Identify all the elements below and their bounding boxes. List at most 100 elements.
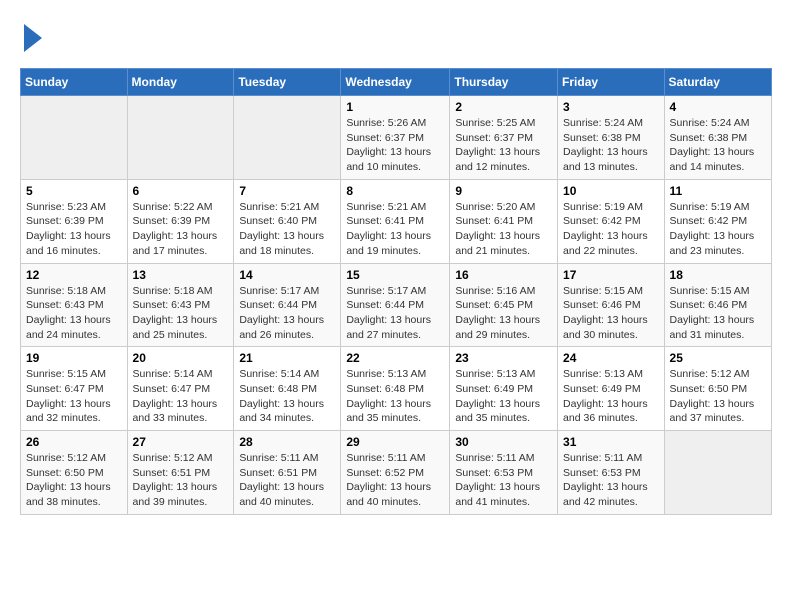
day-info: Sunrise: 5:11 AM Sunset: 6:51 PM Dayligh… bbox=[239, 451, 335, 510]
logo bbox=[20, 20, 42, 52]
day-number: 17 bbox=[563, 268, 659, 282]
day-info: Sunrise: 5:12 AM Sunset: 6:50 PM Dayligh… bbox=[670, 367, 766, 426]
day-info: Sunrise: 5:13 AM Sunset: 6:49 PM Dayligh… bbox=[455, 367, 552, 426]
day-info: Sunrise: 5:11 AM Sunset: 6:53 PM Dayligh… bbox=[455, 451, 552, 510]
day-info: Sunrise: 5:15 AM Sunset: 6:46 PM Dayligh… bbox=[563, 284, 659, 343]
day-number: 21 bbox=[239, 351, 335, 365]
page-header bbox=[20, 20, 772, 52]
day-number: 13 bbox=[133, 268, 229, 282]
calendar-cell: 10 Sunrise: 5:19 AM Sunset: 6:42 PM Dayli… bbox=[558, 179, 665, 263]
calendar-cell bbox=[234, 96, 341, 180]
day-info: Sunrise: 5:26 AM Sunset: 6:37 PM Dayligh… bbox=[346, 116, 444, 175]
weekday-header-wednesday: Wednesday bbox=[341, 69, 450, 96]
weekday-header-row: SundayMondayTuesdayWednesdayThursdayFrid… bbox=[21, 69, 772, 96]
calendar-cell: 6Sunrise: 5:22 AM Sunset: 6:39 PM Daylig… bbox=[127, 179, 234, 263]
day-number: 18 bbox=[670, 268, 766, 282]
day-number: 8 bbox=[346, 184, 444, 198]
day-info: Sunrise: 5:19 AM Sunset: 6:42 PM Dayligh… bbox=[563, 200, 659, 259]
day-info: Sunrise: 5:14 AM Sunset: 6:47 PM Dayligh… bbox=[133, 367, 229, 426]
day-number: 30 bbox=[455, 435, 552, 449]
day-info: Sunrise: 5:11 AM Sunset: 6:53 PM Dayligh… bbox=[563, 451, 659, 510]
day-number: 27 bbox=[133, 435, 229, 449]
day-number: 20 bbox=[133, 351, 229, 365]
calendar-cell: 3Sunrise: 5:24 AM Sunset: 6:38 PM Daylig… bbox=[558, 96, 665, 180]
day-info: Sunrise: 5:23 AM Sunset: 6:39 PM Dayligh… bbox=[26, 200, 122, 259]
calendar-cell: 29 Sunrise: 5:11 AM Sunset: 6:52 PM Dayli… bbox=[341, 431, 450, 515]
day-number: 29 bbox=[346, 435, 444, 449]
day-info: Sunrise: 5:13 AM Sunset: 6:48 PM Dayligh… bbox=[346, 367, 444, 426]
calendar-cell bbox=[664, 431, 771, 515]
calendar-cell: 16Sunrise: 5:16 AM Sunset: 6:45 PM Dayli… bbox=[450, 263, 558, 347]
day-info: Sunrise: 5:11 AM Sunset: 6:52 PM Dayligh… bbox=[346, 451, 444, 510]
day-number: 12 bbox=[26, 268, 122, 282]
day-number: 3 bbox=[563, 100, 659, 114]
calendar-cell bbox=[21, 96, 128, 180]
day-info: Sunrise: 5:22 AM Sunset: 6:39 PM Dayligh… bbox=[133, 200, 229, 259]
day-info: Sunrise: 5:18 AM Sunset: 6:43 PM Dayligh… bbox=[26, 284, 122, 343]
calendar-cell: 27Sunrise: 5:12 AM Sunset: 6:51 PM Dayli… bbox=[127, 431, 234, 515]
day-info: Sunrise: 5:17 AM Sunset: 6:44 PM Dayligh… bbox=[346, 284, 444, 343]
calendar-cell: 19 Sunrise: 5:15 AM Sunset: 6:47 PM Dayli… bbox=[21, 347, 128, 431]
calendar-cell: 7Sunrise: 5:21 AM Sunset: 6:40 PM Daylig… bbox=[234, 179, 341, 263]
day-number: 22 bbox=[346, 351, 444, 365]
day-info: Sunrise: 5:20 AM Sunset: 6:41 PM Dayligh… bbox=[455, 200, 552, 259]
day-number: 16 bbox=[455, 268, 552, 282]
calendar-cell: 21 Sunrise: 5:14 AM Sunset: 6:48 PM Dayli… bbox=[234, 347, 341, 431]
calendar-week-row: 19 Sunrise: 5:15 AM Sunset: 6:47 PM Dayli… bbox=[21, 347, 772, 431]
day-info: Sunrise: 5:24 AM Sunset: 6:38 PM Dayligh… bbox=[670, 116, 766, 175]
day-info: Sunrise: 5:12 AM Sunset: 6:50 PM Dayligh… bbox=[26, 451, 122, 510]
calendar-cell: 9 Sunrise: 5:20 AM Sunset: 6:41 PM Daylig… bbox=[450, 179, 558, 263]
day-number: 10 bbox=[563, 184, 659, 198]
calendar-cell: 28 Sunrise: 5:11 AM Sunset: 6:51 PM Dayli… bbox=[234, 431, 341, 515]
weekday-header-monday: Monday bbox=[127, 69, 234, 96]
day-info: Sunrise: 5:21 AM Sunset: 6:41 PM Dayligh… bbox=[346, 200, 444, 259]
day-number: 5 bbox=[26, 184, 122, 198]
calendar-cell: 17 Sunrise: 5:15 AM Sunset: 6:46 PM Dayli… bbox=[558, 263, 665, 347]
day-number: 11 bbox=[670, 184, 766, 198]
day-info: Sunrise: 5:15 AM Sunset: 6:46 PM Dayligh… bbox=[670, 284, 766, 343]
weekday-header-thursday: Thursday bbox=[450, 69, 558, 96]
day-info: Sunrise: 5:14 AM Sunset: 6:48 PM Dayligh… bbox=[239, 367, 335, 426]
day-number: 24 bbox=[563, 351, 659, 365]
weekday-header-saturday: Saturday bbox=[664, 69, 771, 96]
day-info: Sunrise: 5:18 AM Sunset: 6:43 PM Dayligh… bbox=[133, 284, 229, 343]
logo-arrow-icon bbox=[24, 24, 42, 52]
day-number: 23 bbox=[455, 351, 552, 365]
calendar-cell: 5 Sunrise: 5:23 AM Sunset: 6:39 PM Daylig… bbox=[21, 179, 128, 263]
calendar-cell: 20 Sunrise: 5:14 AM Sunset: 6:47 PM Dayli… bbox=[127, 347, 234, 431]
day-number: 2 bbox=[455, 100, 552, 114]
calendar-cell: 4 Sunrise: 5:24 AM Sunset: 6:38 PM Daylig… bbox=[664, 96, 771, 180]
calendar-cell: 12 Sunrise: 5:18 AM Sunset: 6:43 PM Dayli… bbox=[21, 263, 128, 347]
day-number: 9 bbox=[455, 184, 552, 198]
calendar-cell: 1Sunrise: 5:26 AM Sunset: 6:37 PM Daylig… bbox=[341, 96, 450, 180]
calendar-cell: 25 Sunrise: 5:12 AM Sunset: 6:50 PM Dayli… bbox=[664, 347, 771, 431]
day-info: Sunrise: 5:19 AM Sunset: 6:42 PM Dayligh… bbox=[670, 200, 766, 259]
day-number: 26 bbox=[26, 435, 122, 449]
calendar-cell: 24 Sunrise: 5:13 AM Sunset: 6:49 PM Dayli… bbox=[558, 347, 665, 431]
calendar-cell: 30 Sunrise: 5:11 AM Sunset: 6:53 PM Dayli… bbox=[450, 431, 558, 515]
calendar-cell: 18 Sunrise: 5:15 AM Sunset: 6:46 PM Dayli… bbox=[664, 263, 771, 347]
day-number: 25 bbox=[670, 351, 766, 365]
day-number: 4 bbox=[670, 100, 766, 114]
calendar-cell: 8 Sunrise: 5:21 AM Sunset: 6:41 PM Daylig… bbox=[341, 179, 450, 263]
calendar-cell: 23 Sunrise: 5:13 AM Sunset: 6:49 PM Dayli… bbox=[450, 347, 558, 431]
day-info: Sunrise: 5:15 AM Sunset: 6:47 PM Dayligh… bbox=[26, 367, 122, 426]
day-info: Sunrise: 5:13 AM Sunset: 6:49 PM Dayligh… bbox=[563, 367, 659, 426]
day-number: 19 bbox=[26, 351, 122, 365]
day-info: Sunrise: 5:25 AM Sunset: 6:37 PM Dayligh… bbox=[455, 116, 552, 175]
calendar-cell: 11 Sunrise: 5:19 AM Sunset: 6:42 PM Dayli… bbox=[664, 179, 771, 263]
calendar-cell bbox=[127, 96, 234, 180]
day-number: 14 bbox=[239, 268, 335, 282]
calendar-table: SundayMondayTuesdayWednesdayThursdayFrid… bbox=[20, 68, 772, 515]
day-number: 15 bbox=[346, 268, 444, 282]
weekday-header-friday: Friday bbox=[558, 69, 665, 96]
day-number: 28 bbox=[239, 435, 335, 449]
day-number: 7 bbox=[239, 184, 335, 198]
calendar-cell: 2 Sunrise: 5:25 AM Sunset: 6:37 PM Daylig… bbox=[450, 96, 558, 180]
calendar-cell: 14Sunrise: 5:17 AM Sunset: 6:44 PM Dayli… bbox=[234, 263, 341, 347]
calendar-week-row: 26 Sunrise: 5:12 AM Sunset: 6:50 PM Dayli… bbox=[21, 431, 772, 515]
calendar-week-row: 1Sunrise: 5:26 AM Sunset: 6:37 PM Daylig… bbox=[21, 96, 772, 180]
day-number: 31 bbox=[563, 435, 659, 449]
calendar-week-row: 12 Sunrise: 5:18 AM Sunset: 6:43 PM Dayli… bbox=[21, 263, 772, 347]
calendar-cell: 22 Sunrise: 5:13 AM Sunset: 6:48 PM Dayli… bbox=[341, 347, 450, 431]
